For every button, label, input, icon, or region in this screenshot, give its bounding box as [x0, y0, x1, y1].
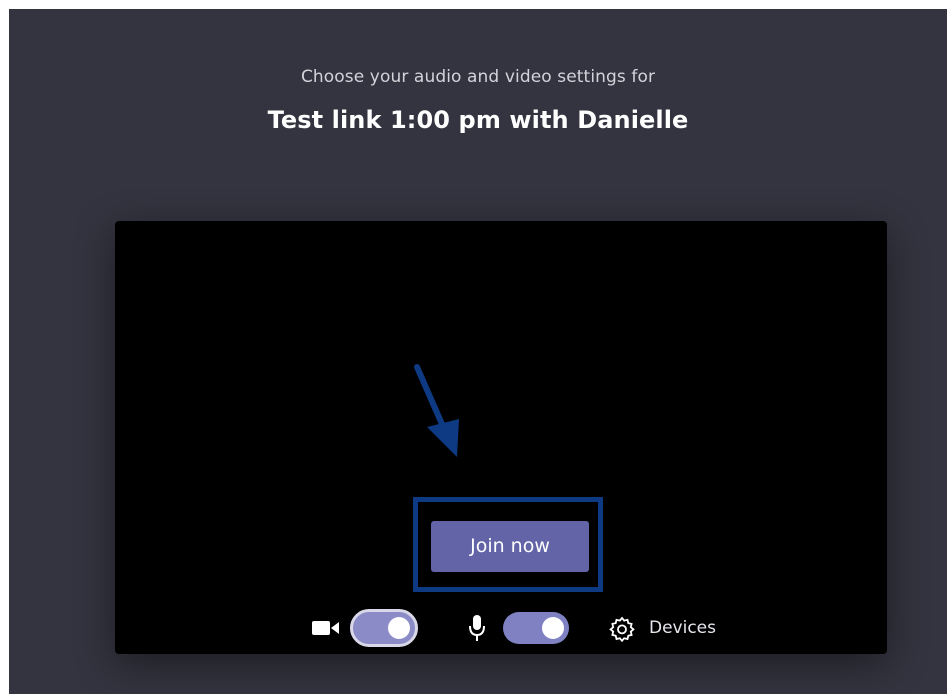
meeting-title: Test link 1:00 pm with Danielle — [267, 106, 689, 134]
audio-toggle[interactable] — [503, 612, 569, 644]
video-toggle-knob — [388, 617, 410, 639]
arrow-icon — [414, 364, 459, 457]
settings-subtitle: Choose your audio and video settings for — [300, 67, 656, 87]
join-now-button[interactable]: Join now — [431, 521, 589, 572]
video-toggle[interactable] — [350, 609, 418, 647]
devices-button[interactable]: Devices — [649, 618, 716, 638]
gear-icon[interactable] — [609, 616, 635, 642]
audio-toggle-knob — [542, 617, 564, 639]
prejoin-screen: Choose your audio and video settings for… — [9, 9, 947, 694]
microphone-icon — [469, 615, 485, 641]
camera-icon — [312, 621, 339, 635]
